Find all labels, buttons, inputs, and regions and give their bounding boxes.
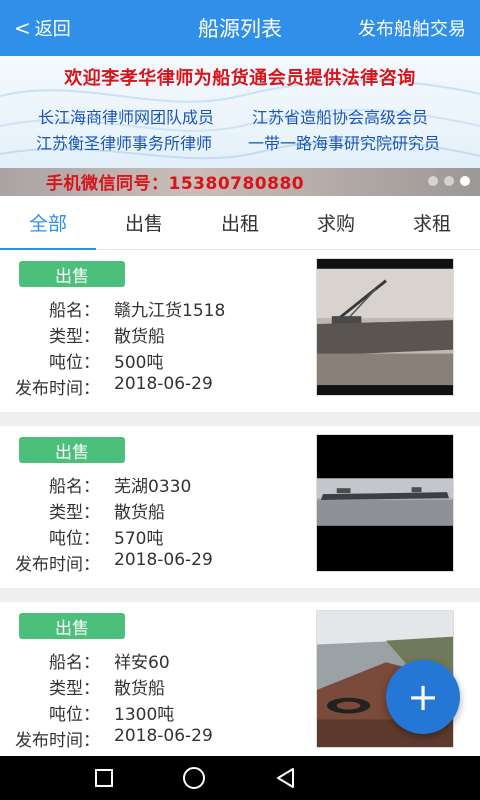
status-badge: 出售	[19, 261, 125, 287]
system-navigation-bar	[0, 756, 480, 800]
field-label-tonnage: 吨位：	[49, 529, 100, 549]
list-item[interactable]: 出售 船名： 芜湖0330 类型： 散货船 吨位： 570吨 发布时间： 2018-06…	[0, 426, 480, 588]
list-divider	[0, 588, 480, 602]
ship-type: 散货船	[114, 679, 165, 699]
ship-name: 芜湖0330	[114, 477, 192, 497]
tab-rent-out[interactable]: 出租	[192, 196, 288, 249]
tab-sale[interactable]: 出售	[96, 196, 192, 249]
chevron-left-icon: <	[14, 16, 31, 40]
carousel-dot[interactable]	[428, 176, 438, 186]
status-badge: 出售	[19, 613, 125, 639]
ship-thumbnail[interactable]	[316, 258, 454, 396]
field-label-type: 类型：	[49, 679, 100, 699]
list-item[interactable]: 出售 船名： 赣九江货1518 类型： 散货船 吨位： 500吨 发布时间： 2018-…	[0, 250, 480, 412]
barge-river-photo	[317, 435, 453, 571]
carousel-indicator	[428, 176, 470, 186]
triangle-back-icon	[277, 768, 294, 788]
list-divider	[0, 412, 480, 426]
system-back-button[interactable]	[256, 756, 316, 800]
banner-credential-2: 江苏省造船协会高级会员	[252, 108, 429, 127]
ship-thumbnail[interactable]	[316, 434, 454, 572]
field-label-name: 船名：	[49, 477, 100, 497]
banner-credential-1: 长江海商律师网团队成员	[38, 108, 215, 127]
field-label-tonnage: 吨位：	[49, 353, 100, 373]
add-listing-fab[interactable]: +	[386, 660, 460, 734]
plus-icon: +	[407, 675, 439, 719]
status-badge: 出售	[19, 437, 125, 463]
recent-apps-button[interactable]	[74, 756, 134, 800]
field-label-tonnage: 吨位：	[49, 705, 100, 725]
ship-type: 散货船	[114, 503, 165, 523]
ship-name: 赣九江货1518	[114, 301, 226, 321]
banner-headline: 欢迎李孝华律师为船货通会员提供法律咨询	[64, 68, 416, 89]
field-label-date: 发布时间：	[15, 555, 100, 575]
field-label-name: 船名：	[49, 653, 100, 673]
banner-credential-4: 一带一路海事研究院研究员	[248, 134, 441, 153]
carousel-dot[interactable]	[444, 176, 454, 186]
square-icon	[95, 769, 113, 787]
publish-date: 2018-06-29	[114, 726, 213, 746]
field-label-type: 类型：	[49, 503, 100, 523]
app-header: < 返回 船源列表 发布船舶交易	[0, 0, 480, 56]
field-label-type: 类型：	[49, 327, 100, 347]
circle-icon	[183, 767, 205, 789]
tab-wanted-rent[interactable]: 求租	[384, 196, 480, 249]
carousel-dot-active[interactable]	[460, 176, 470, 186]
banner-credential-3: 江苏衡圣律师事务所律师	[36, 134, 213, 153]
home-button[interactable]	[164, 756, 224, 800]
barge-crane-photo	[317, 259, 453, 395]
publish-date: 2018-06-29	[114, 550, 213, 570]
back-button[interactable]: < 返回	[14, 0, 71, 56]
category-tabs: 全部 出售 出租 求购 求租	[0, 196, 480, 250]
ship-tonnage: 1300吨	[114, 705, 175, 725]
tab-all[interactable]: 全部	[0, 196, 96, 250]
ship-name: 祥安60	[114, 653, 170, 673]
ship-type: 散货船	[114, 327, 165, 347]
publish-ship-trade-button[interactable]: 发布船舶交易	[358, 0, 466, 56]
field-label-date: 发布时间：	[15, 379, 100, 399]
promo-banner[interactable]: 欢迎李孝华律师为船货通会员提供法律咨询 长江海商律师网团队成员 江苏省造船协会高…	[0, 56, 480, 196]
back-label: 返回	[34, 19, 71, 40]
field-label-name: 船名：	[49, 301, 100, 321]
ship-tonnage: 500吨	[114, 353, 164, 373]
tab-wanted-buy[interactable]: 求购	[288, 196, 384, 249]
banner-phone: 手机微信同号：15380780880	[46, 174, 305, 194]
ship-tonnage: 570吨	[114, 529, 164, 549]
publish-date: 2018-06-29	[114, 374, 213, 394]
field-label-date: 发布时间：	[15, 731, 100, 751]
